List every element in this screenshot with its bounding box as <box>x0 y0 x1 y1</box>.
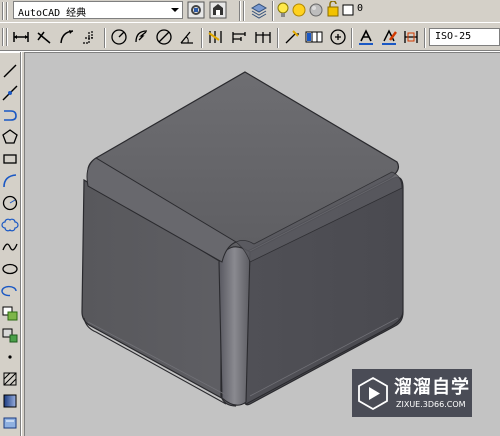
watermark-subtitle: ZIXUE.3D66.COM <box>396 400 466 409</box>
dimension-edit-icon[interactable] <box>357 28 375 46</box>
region-icon[interactable] <box>1 414 19 432</box>
lightbulb-icon[interactable] <box>277 2 289 20</box>
workspace-save-icon[interactable] <box>209 1 227 19</box>
dimension-style-dropdown[interactable]: ISO-25 <box>429 28 500 46</box>
chevron-down-icon[interactable] <box>171 8 179 12</box>
continue-dimension-icon[interactable] <box>254 28 272 46</box>
draw-toolbar <box>0 55 20 436</box>
cube-vertical-fillet <box>218 246 251 406</box>
gradient-icon[interactable] <box>1 392 19 410</box>
radius-dimension-icon[interactable] <box>110 28 128 46</box>
ellipse-icon[interactable] <box>1 260 19 278</box>
spline-icon[interactable] <box>1 238 19 256</box>
dimension-update-icon[interactable] <box>402 28 420 46</box>
aligned-dimension-icon[interactable] <box>35 28 53 46</box>
lock-icon[interactable] <box>324 1 340 17</box>
ellipse-arc-icon[interactable] <box>1 282 19 300</box>
angular-dimension-icon[interactable] <box>178 28 196 46</box>
baseline-dimension-icon[interactable] <box>230 28 248 46</box>
hatch-icon[interactable] <box>1 370 19 388</box>
workspace-settings-icon[interactable] <box>187 1 205 19</box>
watermark-badge: 溜溜自学 ZIXUE.3D66.COM <box>352 369 472 417</box>
polygon-icon[interactable] <box>1 128 19 146</box>
tolerance-icon[interactable] <box>305 28 323 46</box>
quick-leader-icon[interactable] <box>283 28 301 46</box>
ordinate-dimension-icon[interactable] <box>80 28 98 46</box>
line-icon[interactable] <box>1 62 19 80</box>
dimension-text-edit-icon[interactable] <box>380 28 398 46</box>
workspace-toolbar: AutoCAD 经典 0 <box>0 0 500 23</box>
arc-length-icon[interactable] <box>58 28 76 46</box>
linear-dimension-icon[interactable] <box>12 28 30 46</box>
current-layer-name[interactable]: 0 <box>357 3 363 14</box>
jogged-dimension-icon[interactable] <box>133 28 151 46</box>
workspace-value: AutoCAD 经典 <box>18 8 87 19</box>
point-icon[interactable] <box>1 348 19 366</box>
quick-dimension-icon[interactable] <box>207 28 225 46</box>
make-block-icon[interactable] <box>1 326 19 344</box>
watermark-title: 溜溜自学 <box>394 377 470 398</box>
diameter-dimension-icon[interactable] <box>155 28 173 46</box>
revision-cloud-icon[interactable] <box>1 216 19 234</box>
play-logo-icon <box>358 376 388 410</box>
sun-icon[interactable] <box>291 2 307 18</box>
rectangle-icon[interactable] <box>1 150 19 168</box>
insert-block-icon[interactable] <box>1 304 19 322</box>
layer-color-square-icon <box>342 4 354 16</box>
layer-color-icon[interactable] <box>308 2 324 18</box>
circle-icon[interactable] <box>1 194 19 212</box>
arc-icon[interactable] <box>1 172 19 190</box>
center-mark-icon[interactable] <box>329 28 347 46</box>
construction-line-icon[interactable] <box>1 84 19 102</box>
dimension-toolbar: ISO-25 <box>0 26 500 50</box>
workspace-dropdown[interactable]: AutoCAD 经典 <box>13 1 183 19</box>
layer-manager-icon[interactable] <box>250 2 268 20</box>
polyline-icon[interactable] <box>1 106 19 124</box>
dimension-style-value: ISO-25 <box>435 31 472 42</box>
